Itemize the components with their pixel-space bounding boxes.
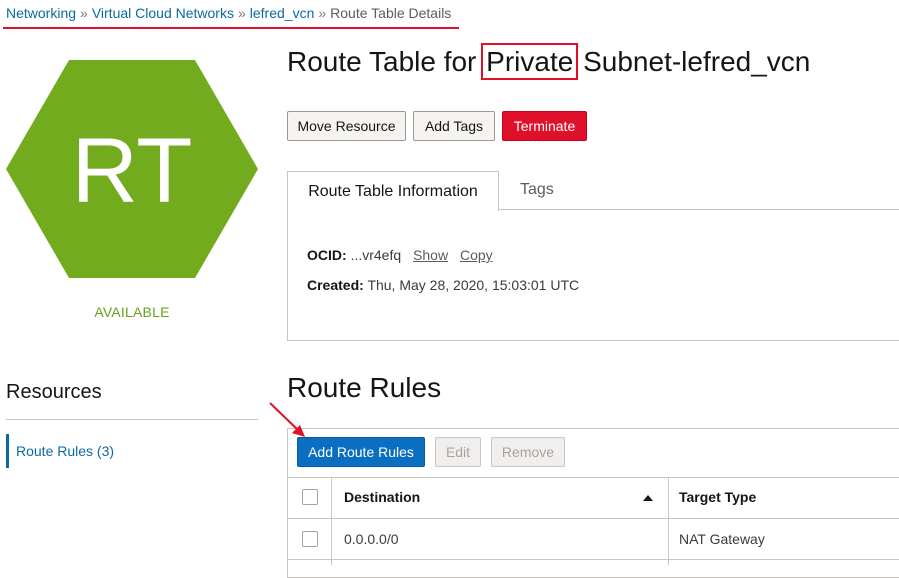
select-all-checkbox[interactable] [302,489,318,505]
breadcrumb-separator: » [318,5,327,21]
resources-divider [6,419,258,420]
resource-abbr: RT [72,120,193,222]
breadcrumb-networking[interactable]: Networking [6,5,76,21]
column-header-destination[interactable]: Destination [344,489,420,505]
edit-button[interactable]: Edit [435,437,481,467]
table-header-border [288,518,899,519]
move-resource-button[interactable]: Move Resource [287,111,406,141]
annotation-underline [3,27,459,29]
cell-destination: 0.0.0.0/0 [344,531,399,547]
created-label: Created: [307,277,364,293]
breadcrumb-vcn[interactable]: lefred_vcn [250,5,315,21]
table-col-divider [331,477,332,565]
status-badge: AVAILABLE [94,304,170,320]
ocid-label: OCID: [307,247,347,263]
title-suffix: Subnet-lefred_vcn [583,46,811,77]
tab-tags[interactable]: Tags [520,181,554,199]
table-col-divider [668,477,669,565]
created-row: Created: Thu, May 28, 2020, 15:03:01 UTC [307,277,579,293]
cell-target-type: NAT Gateway [679,531,765,547]
ocid-value: ...vr4efq [350,247,402,263]
add-route-rules-button[interactable]: Add Route Rules [297,437,425,467]
route-table-hexagon-icon: RT [6,60,258,278]
breadcrumb-vcns[interactable]: Virtual Cloud Networks [92,5,234,21]
breadcrumb-separator: » [80,5,88,21]
sort-ascending-icon[interactable] [643,495,653,501]
column-header-target-type[interactable]: Target Type [679,489,756,505]
title-prefix: Route Table for [287,46,477,77]
info-panel [287,210,899,341]
table-row-border [288,559,899,560]
breadcrumb: Networking» Virtual Cloud Networks» lefred… [6,5,451,21]
route-rules-heading: Route Rules [287,372,442,403]
resources-heading: Resources [6,381,102,403]
title-highlight: Private [481,43,579,80]
created-value: Thu, May 28, 2020, 15:03:01 UTC [367,277,580,293]
tab-route-table-information[interactable]: Route Table Information [287,171,499,211]
page-title: Route Table for Private Subnet-lefred_vc… [287,43,811,80]
breadcrumb-separator: » [237,5,246,21]
ocid-show-link[interactable]: Show [413,247,448,263]
ocid-row: OCID: ...vr4efq Show Copy [307,247,493,263]
remove-button[interactable]: Remove [491,437,565,467]
annotation-arrow-icon [269,402,305,437]
terminate-button[interactable]: Terminate [502,111,587,141]
table-top-border [288,477,899,478]
add-tags-button[interactable]: Add Tags [413,111,495,141]
sidebar-item-route-rules[interactable]: Route Rules (3) [6,434,114,468]
ocid-copy-link[interactable]: Copy [460,247,493,263]
breadcrumb-current: Route Table Details [330,5,452,21]
row-checkbox[interactable] [302,531,318,547]
